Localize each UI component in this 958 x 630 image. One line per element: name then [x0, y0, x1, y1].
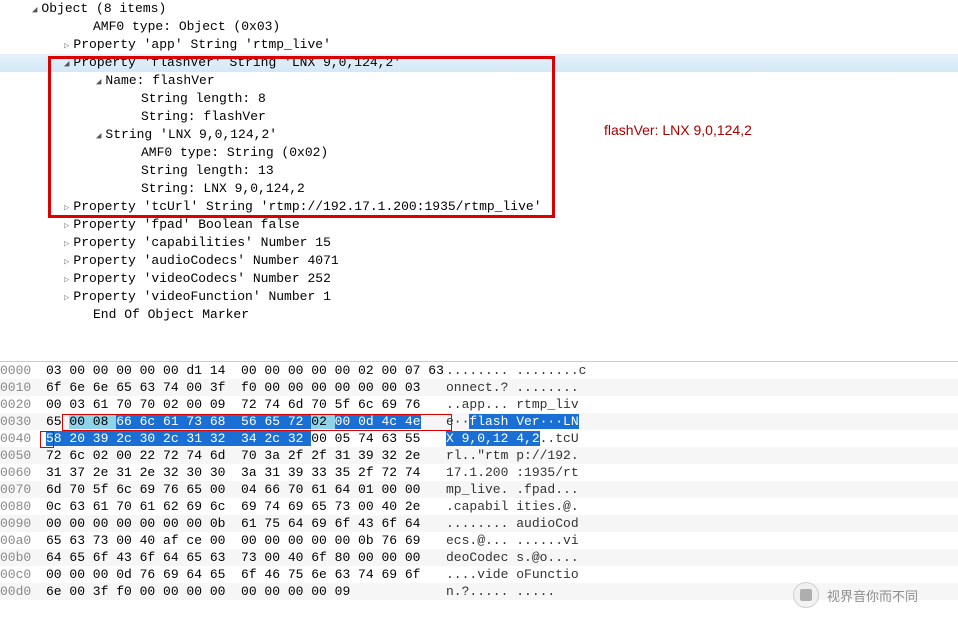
tree-node-str-flashver[interactable]: String: flashVer: [0, 108, 958, 126]
hex-row[interactable]: 009000 00 00 00 00 00 00 0b 61 75 64 69 …: [0, 515, 958, 532]
tree-node-prop-flashver[interactable]: Property 'flashVer' String 'LNX 9,0,124,…: [0, 54, 958, 72]
tree-node-eom[interactable]: End Of Object Marker: [0, 306, 958, 324]
hex-row[interactable]: 00a065 63 73 00 40 af ce 00 00 00 00 00 …: [0, 532, 958, 549]
hex-row[interactable]: 00706d 70 5f 6c 69 76 65 00 04 66 70 61 …: [0, 481, 958, 498]
tree-node-strlen13[interactable]: String length: 13: [0, 162, 958, 180]
tree-node-string-lnx[interactable]: String 'LNX 9,0,124,2': [0, 126, 958, 144]
watermark-text: 视界音你而不同: [827, 586, 918, 605]
tree-node-prop-fpad[interactable]: Property 'fpad' Boolean false: [0, 216, 958, 234]
tree-node-prop-vc[interactable]: Property 'videoCodecs' Number 252: [0, 270, 958, 288]
tree-node-prop-tcurl[interactable]: Property 'tcUrl' String 'rtmp://192.17.1…: [0, 198, 958, 216]
hex-row[interactable]: 000003 00 00 00 00 00 d1 14 00 00 00 00 …: [0, 362, 958, 379]
hex-row[interactable]: 003065 00 08 66 6c 61 73 68 56 65 72 02 …: [0, 413, 958, 430]
hex-row[interactable]: 00800c 63 61 70 61 62 69 6c 69 74 69 65 …: [0, 498, 958, 515]
watermark-icon: [793, 582, 819, 608]
hex-row[interactable]: 006031 37 2e 31 2e 32 30 30 3a 31 39 33 …: [0, 464, 958, 481]
tree-node-amf-string[interactable]: AMF0 type: String (0x02): [0, 144, 958, 162]
tree-node-prop-cap[interactable]: Property 'capabilities' Number 15: [0, 234, 958, 252]
tree-node-prop-ac[interactable]: Property 'audioCodecs' Number 4071: [0, 252, 958, 270]
tree-node-prop-vf[interactable]: Property 'videoFunction' Number 1: [0, 288, 958, 306]
hex-row[interactable]: 00c000 00 00 0d 76 69 64 65 6f 46 75 6e …: [0, 566, 958, 583]
tree-node-object[interactable]: Object (8 items): [0, 0, 958, 18]
hex-row[interactable]: 002000 03 61 70 70 02 00 09 72 74 6d 70 …: [0, 396, 958, 413]
tree-node-strlen8[interactable]: String length: 8: [0, 90, 958, 108]
tree-node-amf0type[interactable]: AMF0 type: Object (0x03): [0, 18, 958, 36]
hex-row[interactable]: 004058 20 39 2c 30 2c 31 32 34 2c 32 00 …: [0, 430, 958, 447]
hex-row[interactable]: 00106f 6e 6e 65 63 74 00 3f f0 00 00 00 …: [0, 379, 958, 396]
hex-row[interactable]: 005072 6c 02 00 22 72 74 6d 70 3a 2f 2f …: [0, 447, 958, 464]
annotation-text: flashVer: LNX 9,0,124,2: [604, 122, 752, 138]
tree-node-prop-app[interactable]: Property 'app' String 'rtmp_live': [0, 36, 958, 54]
watermark: 视界音你而不同: [793, 582, 918, 608]
tree-node-name-flashver[interactable]: Name: flashVer: [0, 72, 958, 90]
tree-node-string-val[interactable]: String: LNX 9,0,124,2: [0, 180, 958, 198]
hex-row[interactable]: 00b064 65 6f 43 6f 64 65 63 73 00 40 6f …: [0, 549, 958, 566]
tree-pane: Object (8 items) AMF0 type: Object (0x03…: [0, 0, 958, 362]
